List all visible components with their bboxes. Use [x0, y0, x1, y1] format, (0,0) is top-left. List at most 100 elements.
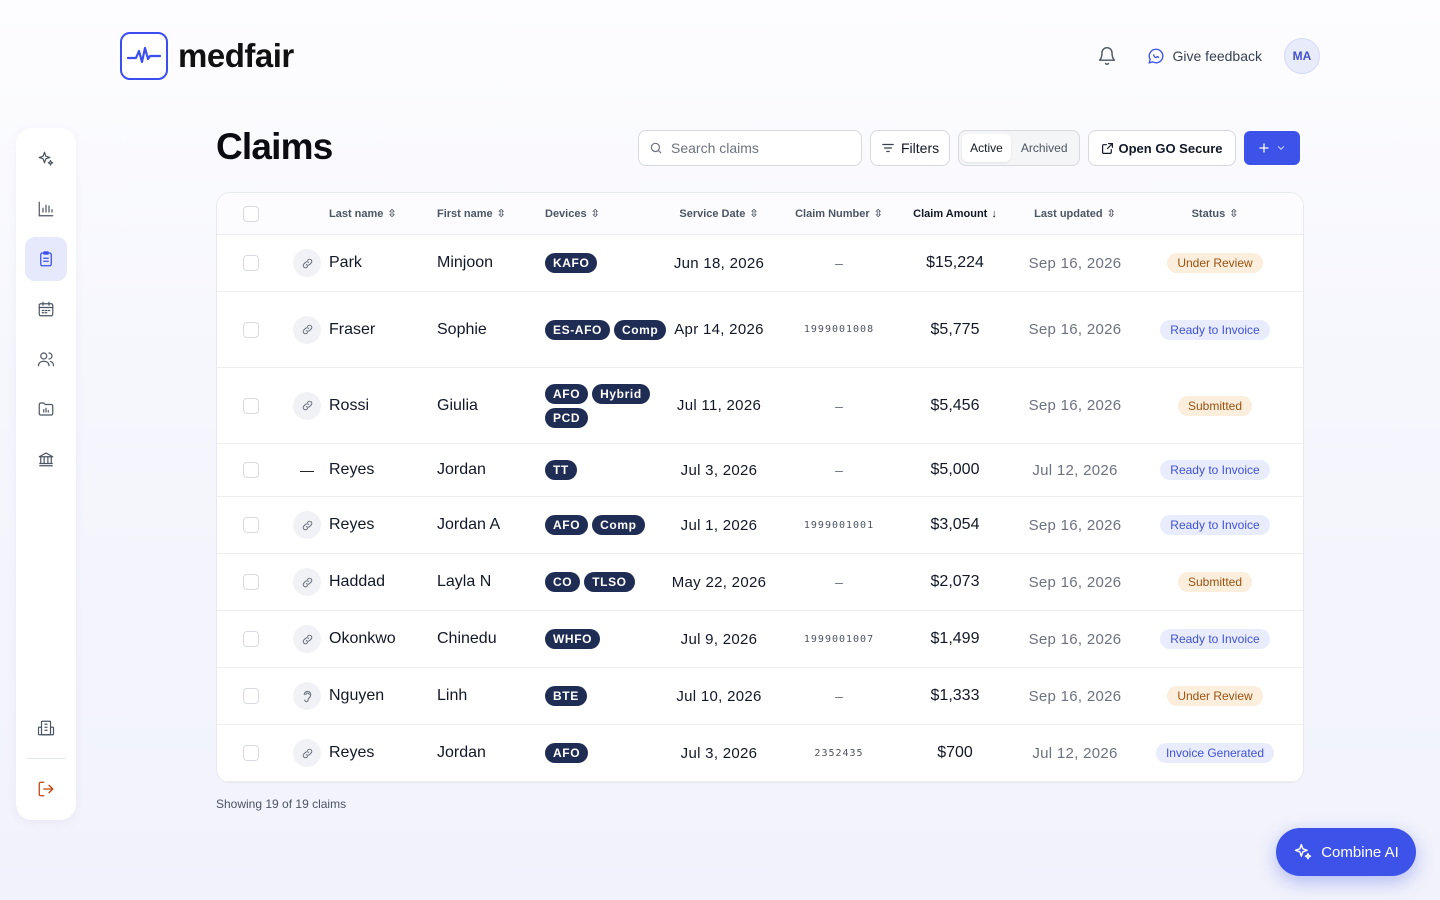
- status-badge: Ready to Invoice: [1160, 460, 1270, 480]
- user-avatar[interactable]: MA: [1284, 38, 1320, 74]
- link-icon[interactable]: [293, 739, 321, 767]
- tab-active[interactable]: Active: [962, 134, 1011, 162]
- sidebar-item-calendar[interactable]: [25, 287, 67, 331]
- row-checkbox[interactable]: [243, 255, 259, 271]
- select-all-checkbox[interactable]: [243, 205, 259, 222]
- sidebar-item-claims[interactable]: [25, 237, 67, 281]
- tab-archived[interactable]: Archived: [1013, 134, 1076, 162]
- link-icon[interactable]: [293, 249, 321, 277]
- notifications-bell-icon[interactable]: [1089, 38, 1125, 74]
- sidebar-item-ai[interactable]: [25, 137, 67, 181]
- devices-cell: WHFO: [545, 629, 667, 649]
- sparkles-icon: [38, 151, 54, 166]
- column-first-name[interactable]: First name ⇳: [437, 207, 545, 221]
- open-go-secure-button[interactable]: Open GO Secure: [1087, 130, 1236, 166]
- devices-cell: AFO Comp: [545, 515, 667, 535]
- last-name: Fraser: [329, 320, 376, 338]
- device-chip: BTE: [545, 686, 587, 706]
- row-checkbox[interactable]: [243, 574, 259, 590]
- sort-icon: ⇳: [496, 208, 506, 220]
- last-name: Reyes: [329, 744, 375, 761]
- claim-amount: $5,775: [930, 320, 980, 338]
- column-status[interactable]: Status ⇳: [1147, 207, 1283, 221]
- row-checkbox[interactable]: [243, 745, 259, 761]
- table-row[interactable]: Park Minjoon KAFO Jun 18, 2026 – $15,224 Sep 1…: [217, 235, 1303, 292]
- table-row[interactable]: Reyes Jordan AFO Jul 3, 2026 2352435 $700 Jul …: [217, 725, 1303, 782]
- search-box[interactable]: [638, 130, 862, 166]
- link-icon[interactable]: [293, 391, 321, 420]
- row-checkbox[interactable]: [243, 321, 259, 338]
- combine-ai-button[interactable]: Combine AI: [1276, 828, 1416, 876]
- bar-chart-icon: [38, 201, 54, 217]
- device-chip: TLSO: [584, 572, 635, 592]
- devices-cell: CO TLSO: [545, 572, 667, 592]
- sort-icon: ⇳: [1229, 208, 1239, 220]
- table-header: Last name ⇳ First name ⇳ Devices ⇳ Service …: [217, 193, 1303, 235]
- give-feedback-button[interactable]: Give feedback: [1147, 47, 1262, 65]
- last-updated: Sep 16, 2026: [1028, 397, 1122, 414]
- filters-button[interactable]: Filters: [870, 130, 951, 166]
- app-logo[interactable]: medfair: [120, 32, 294, 80]
- hearing-icon[interactable]: [293, 682, 321, 710]
- claim-amount: $700: [937, 744, 973, 761]
- column-claim-number[interactable]: Claim Number ⇳: [771, 207, 907, 221]
- row-checkbox[interactable]: [243, 462, 259, 478]
- service-date: Jul 10, 2026: [676, 687, 762, 705]
- search-input[interactable]: [671, 140, 841, 156]
- table-row[interactable]: Nguyen Linh BTE Jul 10, 2026 – $1,333 Sep 16, …: [217, 668, 1303, 725]
- status-badge: Under Review: [1167, 686, 1263, 706]
- sort-icon: ⇳: [1106, 208, 1116, 220]
- feedback-icon: [1147, 48, 1163, 64]
- sidebar-item-organization[interactable]: [25, 706, 67, 750]
- column-devices[interactable]: Devices ⇳: [545, 207, 667, 221]
- last-name: Rossi: [329, 396, 370, 414]
- sidebar-item-payers[interactable]: [25, 437, 67, 481]
- claim-amount: $5,456: [930, 396, 980, 414]
- column-devices-label: Devices: [545, 207, 587, 220]
- column-first-name-label: First name: [437, 207, 493, 220]
- column-claim-amount[interactable]: Claim Amount ↓: [907, 208, 1003, 220]
- building-icon: [37, 720, 55, 736]
- filter-lines-icon: [882, 143, 894, 153]
- link-icon[interactable]: [293, 625, 321, 653]
- row-checkbox[interactable]: [243, 517, 259, 533]
- header-actions: Give feedback MA: [1089, 38, 1320, 74]
- claims-table: Last name ⇳ First name ⇳ Devices ⇳ Service …: [216, 192, 1304, 783]
- table-row[interactable]: Reyes Jordan A AFO Comp Jul 1, 2026 199900100…: [217, 497, 1303, 554]
- add-claim-button[interactable]: [1243, 131, 1300, 165]
- column-service-date-label: Service Date: [679, 207, 746, 220]
- table-row[interactable]: Haddad Layla N CO TLSO May 22, 2026– $2,073 Se…: [217, 554, 1303, 611]
- first-name: Jordan A: [437, 516, 501, 533]
- column-service-date[interactable]: Service Date ⇳: [667, 207, 771, 221]
- sidebar-item-logout[interactable]: [25, 767, 67, 811]
- link-icon[interactable]: [293, 568, 321, 596]
- app-name: medfair: [178, 37, 294, 74]
- sidebar-item-documents[interactable]: [25, 387, 67, 431]
- link-icon[interactable]: [293, 315, 321, 344]
- table-row[interactable]: Okonkwo Chinedu WHFO Jul 9, 2026 1999001007 $…: [217, 611, 1303, 668]
- devices-cell: KAFO: [545, 253, 667, 273]
- table-row[interactable]: — Reyes Jordan TT Jul 3, 2026 – $5,000 Jul 12, …: [217, 444, 1303, 497]
- column-last-name-label: Last name: [329, 207, 384, 220]
- link-icon[interactable]: [293, 511, 321, 539]
- last-updated: Sep 16, 2026: [1028, 630, 1122, 648]
- claim-number: –: [835, 574, 843, 590]
- device-chip: KAFO: [545, 253, 598, 273]
- row-checkbox[interactable]: [243, 688, 259, 704]
- first-name: Giulia: [437, 396, 478, 414]
- sidebar-item-patients[interactable]: [25, 337, 67, 381]
- column-last-name[interactable]: Last name ⇳: [329, 207, 437, 221]
- claim-amount: $5,000: [930, 461, 980, 478]
- sort-icon: ⇳: [873, 208, 883, 220]
- row-checkbox[interactable]: [243, 397, 259, 414]
- first-name: Linh: [437, 687, 468, 704]
- table-row[interactable]: Fraser Sophie ES-AFO Comp Apr 14, 2026 199900…: [217, 292, 1303, 368]
- logout-icon: [38, 781, 54, 797]
- claim-number: –: [835, 397, 843, 414]
- row-checkbox[interactable]: [243, 631, 259, 647]
- sidebar-item-analytics[interactable]: [25, 187, 67, 231]
- last-updated: Sep 16, 2026: [1028, 254, 1122, 272]
- table-row[interactable]: Rossi Giulia AFO Hybrid PCD Jul 11, 2026 – $5,4…: [217, 368, 1303, 444]
- column-last-updated[interactable]: Last updated ⇳: [1003, 207, 1147, 221]
- service-date: Jul 3, 2026: [680, 744, 758, 762]
